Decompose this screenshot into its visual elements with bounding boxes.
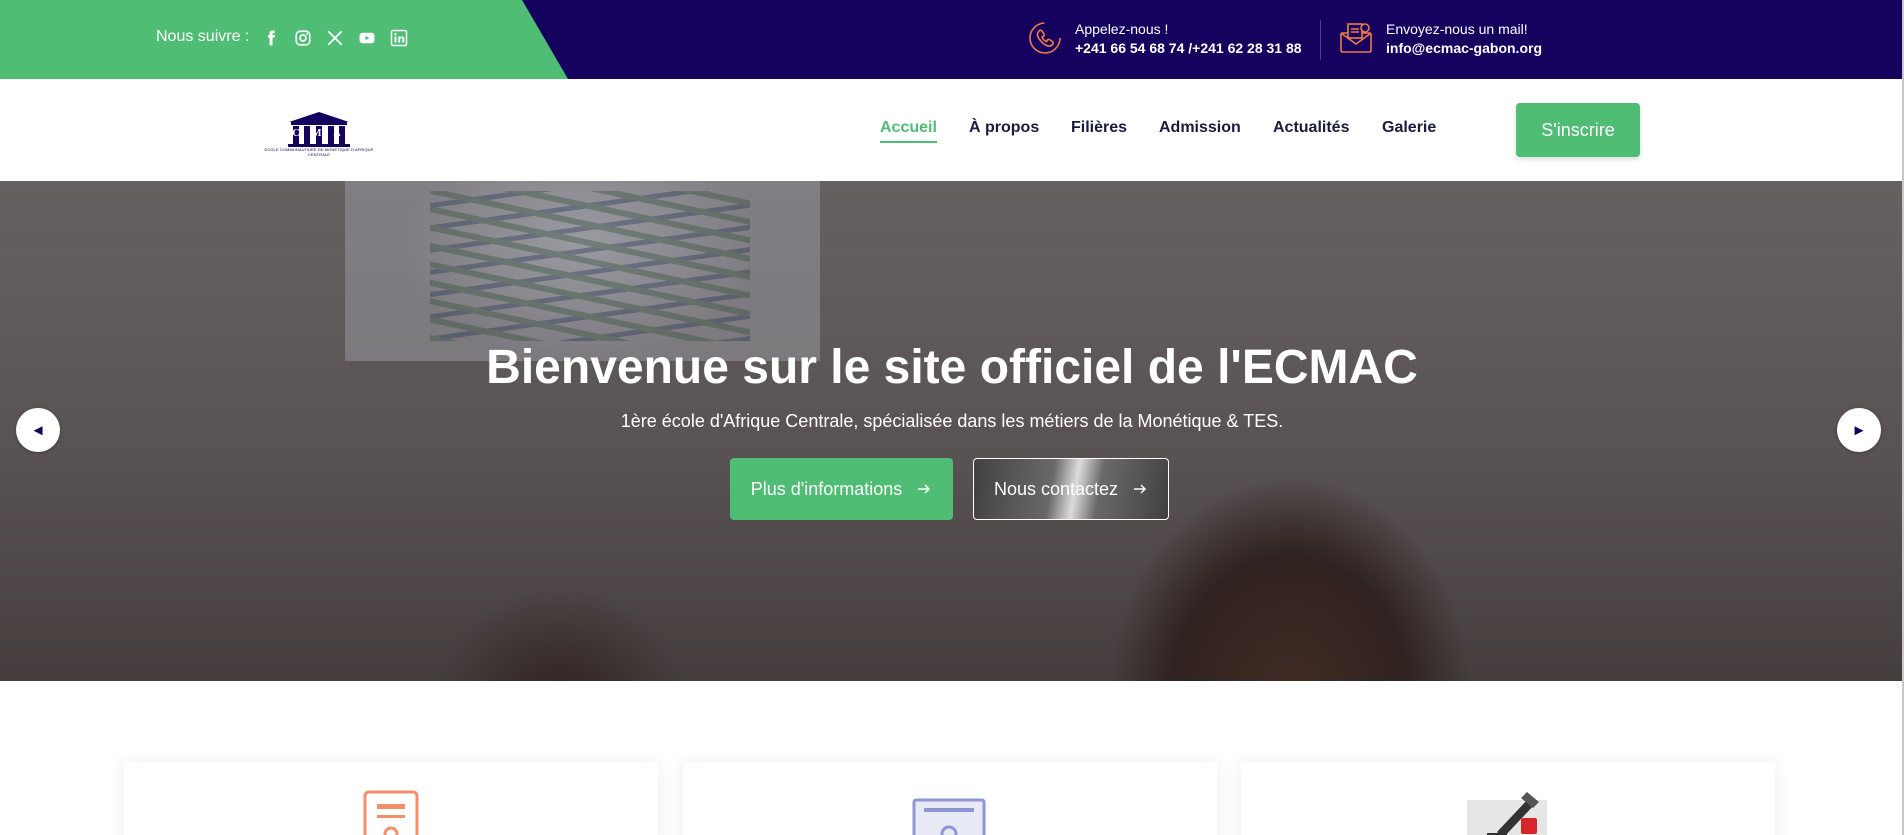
- slider-prev-button[interactable]: ◄: [16, 408, 60, 452]
- pen-signature-icon: [1467, 792, 1547, 835]
- mail-icon: [1340, 23, 1372, 53]
- nav-admission[interactable]: Admission: [1159, 119, 1241, 137]
- x-icon[interactable]: [325, 28, 345, 48]
- nav-filieres[interactable]: Filières: [1071, 119, 1127, 137]
- arrow-right-icon: [918, 484, 931, 494]
- logo-subtitle: ECOLE COMMUNAUTAIRE DE MONÉTIQUE D'AFRIQ…: [264, 147, 374, 157]
- follow-label: Nous suivre :: [156, 28, 250, 45]
- phone-contact[interactable]: Appelez-nous ! +241 66 54 68 74 /+241 62…: [1027, 20, 1302, 58]
- facebook-icon[interactable]: [261, 28, 281, 48]
- email-contact[interactable]: Envoyez-nous un mail! info@ecmac-gabon.o…: [1338, 20, 1542, 58]
- certificate-icon: [912, 798, 986, 835]
- youtube-icon[interactable]: [357, 28, 377, 48]
- nav-galerie[interactable]: Galerie: [1382, 119, 1436, 137]
- slider-next-button[interactable]: ►: [1837, 408, 1881, 452]
- page: Nous suivre : Appelez-nous ! +241 66 54 …: [0, 0, 1904, 835]
- nav-a-propos[interactable]: À propos: [969, 119, 1039, 137]
- more-info-label: Plus d'informations: [750, 478, 903, 499]
- more-info-button[interactable]: Plus d'informations: [730, 458, 953, 520]
- arrow-right-icon: [1134, 484, 1147, 494]
- phone-number[interactable]: +241 66 54 68 74 /+241 62 28 31 88: [1075, 38, 1302, 58]
- phone-icon: [1029, 22, 1061, 54]
- hero-title: Bienvenue sur le site officiel de l'ECMA…: [486, 341, 1418, 394]
- hero-subtitle: 1ère école d'Afrique Centrale, spécialis…: [620, 411, 1284, 431]
- contact-button[interactable]: Nous contactez: [973, 458, 1169, 520]
- register-button[interactable]: S'inscrire: [1516, 103, 1640, 157]
- email-label: Envoyez-nous un mail!: [1386, 21, 1528, 37]
- instagram-icon[interactable]: [293, 28, 313, 48]
- social-bar: [0, 0, 568, 79]
- document-icon: [363, 790, 419, 835]
- email-address[interactable]: info@ecmac-gabon.org: [1386, 38, 1542, 58]
- logo-letters: E C M A C: [273, 128, 365, 139]
- linkedin-icon[interactable]: [389, 28, 409, 48]
- contact-label: Nous contactez: [993, 478, 1119, 499]
- nav-accueil[interactable]: Accueil: [880, 119, 937, 143]
- nav-actualites[interactable]: Actualités: [1273, 119, 1349, 137]
- contact-divider: [1320, 20, 1321, 60]
- phone-label: Appelez-nous !: [1075, 21, 1169, 37]
